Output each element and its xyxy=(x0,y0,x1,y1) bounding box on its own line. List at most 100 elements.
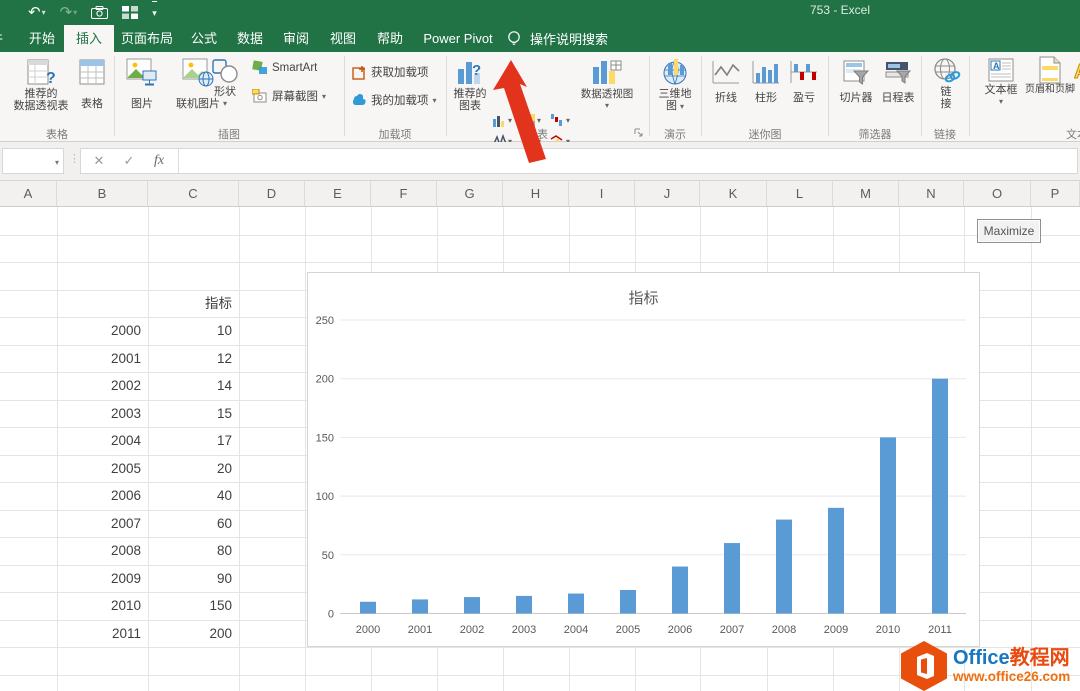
tab-开始[interactable]: 开始 xyxy=(20,25,64,52)
formula-input[interactable] xyxy=(80,148,1078,174)
textbox-icon: A xyxy=(987,56,1015,84)
timeline-button[interactable]: 日程表 xyxy=(876,58,920,104)
cell-value-2008[interactable]: 80 xyxy=(148,537,232,565)
column-header-G[interactable]: G xyxy=(437,181,503,206)
column-header-B[interactable]: B xyxy=(57,181,148,206)
column-header-D[interactable]: D xyxy=(239,181,305,206)
cell-value-2010[interactable]: 150 xyxy=(148,592,232,620)
textbox-button[interactable]: A 文本框 ▾ xyxy=(978,56,1024,108)
cell-value-2007[interactable]: 60 xyxy=(148,510,232,538)
tab-视图[interactable]: 视图 xyxy=(320,25,366,52)
cell-year-2000[interactable]: 2000 xyxy=(57,317,141,345)
name-box[interactable]: ▾ xyxy=(2,148,64,174)
name-box-dropdown-icon[interactable]: ▾ xyxy=(55,158,59,167)
cell-year-2006[interactable]: 2006 xyxy=(57,482,141,510)
cell-value-2000[interactable]: 10 xyxy=(148,317,232,345)
column-header-I[interactable]: I xyxy=(569,181,635,206)
cell-year-2008[interactable]: 2008 xyxy=(57,537,141,565)
customize-qat-icon[interactable]: ▾ xyxy=(152,1,157,24)
column-header-C[interactable]: C xyxy=(148,181,239,206)
column-header-H[interactable]: H xyxy=(503,181,569,206)
tab-审阅[interactable]: 审阅 xyxy=(272,25,320,52)
tab-公式[interactable]: 公式 xyxy=(180,25,228,52)
cell-year-2001[interactable]: 2001 xyxy=(57,345,141,373)
sparkline-winloss-button[interactable]: 盈亏 xyxy=(786,58,822,104)
insert-function-icon[interactable]: fx xyxy=(144,153,174,169)
svg-text:2002: 2002 xyxy=(460,624,484,636)
recommended-charts-icon: ? xyxy=(455,56,485,88)
cell-header-indicator[interactable]: 指标 xyxy=(148,290,232,318)
column-header-E[interactable]: E xyxy=(305,181,371,206)
cell-year-2002[interactable]: 2002 xyxy=(57,372,141,400)
formula-bar-handle[interactable]: ⋮ xyxy=(69,152,80,165)
group-label-sparklines: 迷你图 xyxy=(728,126,802,142)
column-header-A[interactable]: A xyxy=(0,181,57,206)
cell-year-2007[interactable]: 2007 xyxy=(57,510,141,538)
shapes-button[interactable]: 形状 ▾ xyxy=(205,56,245,110)
svg-text:100: 100 xyxy=(316,491,334,503)
svg-text:?: ? xyxy=(46,70,56,87)
tell-me-search[interactable]: 操作说明搜索 xyxy=(506,25,608,52)
cell-value-2005[interactable]: 20 xyxy=(148,455,232,483)
embedded-bar-chart[interactable]: 指标05010015020025020002001200220032004200… xyxy=(307,272,980,647)
cell-year-2009[interactable]: 2009 xyxy=(57,565,141,593)
column-header-P[interactable]: P xyxy=(1031,181,1080,206)
pivotchart-button[interactable]: 数据透视图 ▾ xyxy=(578,56,636,112)
tab-插入[interactable]: 插入 xyxy=(64,25,114,52)
pivottable-button-partial[interactable]: 数据透视表 xyxy=(0,56,9,128)
undo-button[interactable]: ↶▾ xyxy=(28,2,46,23)
svg-text:?: ? xyxy=(472,62,481,79)
insert-waterfall-chart-button[interactable]: ▾ xyxy=(550,111,578,129)
recommended-charts-button[interactable]: ? 推荐的 图表 xyxy=(448,56,492,112)
screenshot-button[interactable]: 屏幕截图 ▾ xyxy=(252,88,326,104)
pictures-button[interactable]: 图片 xyxy=(121,56,163,110)
column-header-M[interactable]: M xyxy=(833,181,899,206)
3d-map-button[interactable]: 三维地 图 ▾ xyxy=(652,56,698,113)
cell-value-2003[interactable]: 15 xyxy=(148,400,232,428)
tab-file-partial[interactable]: 文件 xyxy=(0,25,8,52)
column-header-O[interactable]: O xyxy=(964,181,1031,206)
redo-button[interactable]: ↷▾ xyxy=(60,2,78,23)
link-button[interactable]: 链 接 xyxy=(926,56,966,110)
slicer-button[interactable]: 切片器 xyxy=(834,58,878,104)
column-header-F[interactable]: F xyxy=(371,181,437,206)
maximize-button[interactable]: Maximize xyxy=(977,219,1041,243)
view-grid-icon[interactable] xyxy=(122,6,138,19)
smartart-icon xyxy=(252,60,268,76)
my-addins-button[interactable]: 我的加载项 ▾ xyxy=(352,92,437,108)
recommended-pivottables-button[interactable]: ? 推荐的 数据透视表 xyxy=(11,56,71,112)
column-header-L[interactable]: L xyxy=(767,181,833,206)
cancel-formula-icon[interactable]: ✕ xyxy=(84,153,114,169)
get-addins-button[interactable]: 获取加载项 xyxy=(352,64,429,80)
cell-value-2004[interactable]: 17 xyxy=(148,427,232,455)
cell-year-2004[interactable]: 2004 xyxy=(57,427,141,455)
tab-power-pivot[interactable]: Power Pivot xyxy=(414,25,502,52)
smartart-button[interactable]: SmartArt xyxy=(252,60,317,76)
camera-icon[interactable] xyxy=(91,6,108,19)
cell-value-2011[interactable]: 200 xyxy=(148,620,232,648)
cell-year-2005[interactable]: 2005 xyxy=(57,455,141,483)
cell-value-2006[interactable]: 40 xyxy=(148,482,232,510)
tab-页面布局[interactable]: 页面布局 xyxy=(114,25,180,52)
wordart-button-partial[interactable]: A xyxy=(1072,58,1080,86)
cell-year-2003[interactable]: 2003 xyxy=(57,400,141,428)
undo-dropdown-icon[interactable]: ▾ xyxy=(42,2,46,23)
column-header-N[interactable]: N xyxy=(899,181,964,206)
red-arrow-annotation xyxy=(490,58,550,166)
cell-year-2010[interactable]: 2010 xyxy=(57,592,141,620)
group-label-tours: 演示 xyxy=(638,126,712,142)
redo-dropdown-icon[interactable]: ▾ xyxy=(73,2,77,23)
cell-value-2001[interactable]: 12 xyxy=(148,345,232,373)
cell-value-2009[interactable]: 90 xyxy=(148,565,232,593)
column-header-J[interactable]: J xyxy=(635,181,700,206)
sparkline-line-button[interactable]: 折线 xyxy=(706,58,746,104)
header-footer-button[interactable]: 页眉和页脚 xyxy=(1024,56,1076,96)
tab-帮助[interactable]: 帮助 xyxy=(366,25,414,52)
cell-year-2011[interactable]: 2011 xyxy=(57,620,141,648)
table-button[interactable]: 表格 xyxy=(72,56,112,110)
sparkline-column-button[interactable]: 柱形 xyxy=(748,58,784,104)
tab-数据[interactable]: 数据 xyxy=(228,25,272,52)
enter-formula-icon[interactable]: ✓ xyxy=(114,153,144,169)
column-header-K[interactable]: K xyxy=(700,181,767,206)
cell-value-2002[interactable]: 14 xyxy=(148,372,232,400)
